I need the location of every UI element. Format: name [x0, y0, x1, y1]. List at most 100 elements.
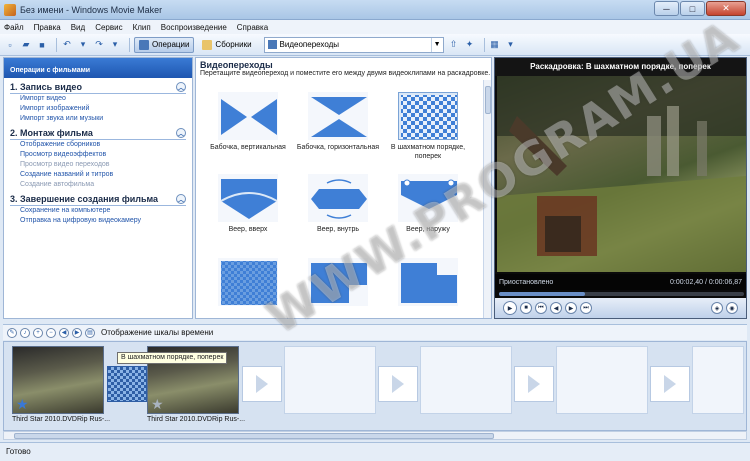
storyboard-clip[interactable]: ★ Third Star 2010.DVDRip Rus-...	[12, 346, 110, 423]
transition-item[interactable]: Веер, наружу	[384, 174, 472, 234]
storyboard-scrollbar[interactable]	[3, 431, 747, 440]
task-link-send-camera[interactable]: Отправка на цифровую видеокамеру	[10, 216, 186, 226]
timeline-toggle-label[interactable]: Отображение шкалы времени	[101, 328, 213, 337]
collection-select[interactable]: Видеопереходы ▼	[263, 36, 444, 53]
section-title-text: 2. Монтаж фильма	[10, 128, 93, 138]
transition-item[interactable]	[384, 258, 472, 309]
menu-help[interactable]: Справка	[237, 23, 268, 32]
transition-slot[interactable]	[378, 366, 418, 402]
timeline-toggle-icon[interactable]: ▤	[85, 327, 95, 338]
fan-out-icon	[398, 174, 458, 222]
menu-edit[interactable]: Правка	[34, 23, 61, 32]
chevron-up-icon[interactable]: ︿	[176, 194, 186, 204]
folder-icon	[202, 39, 213, 50]
section-title[interactable]: 1. Запись видео ︿	[10, 82, 186, 94]
empty-clip-slot[interactable]	[420, 346, 512, 414]
section-capture: 1. Запись видео ︿ Импорт видео Импорт из…	[4, 78, 192, 124]
collection-select-value: Видеопереходы	[279, 40, 340, 49]
empty-clip-slot[interactable]	[284, 346, 376, 414]
undo-dropdown-icon[interactable]: ▾	[77, 39, 89, 51]
scrollbar-thumb[interactable]	[14, 433, 494, 439]
maximize-button[interactable]: □	[680, 1, 705, 16]
transition-item[interactable]: Бабочка, вертикальная	[204, 92, 292, 152]
task-link-view-transitions: Просмотр видео переходов	[20, 161, 110, 168]
close-button[interactable]: ✕	[706, 1, 746, 16]
collections-button[interactable]: Сборники	[197, 37, 256, 53]
new-collection-icon[interactable]: ✦	[464, 39, 476, 51]
toolbar: ▫ ▰ ■ ↶ ▾ ↷ ▾ Операции Сборники Видеопер…	[0, 34, 750, 56]
task-link-automovie: Создание автофильма	[20, 181, 95, 188]
redo-dropdown-icon[interactable]: ▾	[109, 39, 121, 51]
transition-item[interactable]	[204, 258, 292, 309]
next-frame-icon[interactable]: ⏭	[580, 302, 592, 314]
clip-name: Third Star 2010.DVDRip Rus-...	[147, 416, 246, 423]
transition-slot[interactable]	[107, 366, 147, 402]
task-link-make-titles[interactable]: Создание названий и титров	[10, 170, 186, 180]
play-storyboard-icon[interactable]: ▶	[72, 327, 82, 338]
stop-icon[interactable]: ■	[520, 302, 532, 314]
forward-icon[interactable]: ▶	[565, 302, 577, 314]
seek-bar[interactable]	[499, 292, 744, 296]
save-icon[interactable]: ■	[36, 39, 48, 51]
task-link-save-computer[interactable]: Сохранение на компьютере	[10, 206, 186, 216]
task-link-show-collections[interactable]: Отображение сборников	[10, 140, 186, 150]
toolbar-separator	[483, 37, 485, 52]
task-link-import-audio[interactable]: Импорт звука или музыки	[10, 114, 186, 124]
menu-view[interactable]: Вид	[71, 23, 85, 32]
menu-file[interactable]: Файл	[4, 23, 24, 32]
transition-item[interactable]: Веер, вверх	[204, 174, 292, 234]
menu-play[interactable]: Воспроизведение	[161, 23, 227, 32]
open-project-icon[interactable]: ▰	[20, 39, 32, 51]
transition-slot[interactable]	[242, 366, 282, 402]
new-project-icon[interactable]: ▫	[4, 39, 16, 51]
section-edit: 2. Монтаж фильма ︿ Отображение сборников…	[4, 124, 192, 190]
narrate-icon[interactable]: ✎	[7, 327, 17, 338]
transition-item[interactable]: Бабочка, горизонтальная	[294, 92, 382, 152]
task-link-import-video[interactable]: Импорт видео	[10, 94, 186, 104]
transition-slot[interactable]	[514, 366, 554, 402]
view-dropdown-icon[interactable]: ▾	[505, 39, 517, 51]
transition-slot[interactable]	[650, 366, 690, 402]
empty-clip-slot[interactable]	[692, 346, 744, 414]
operations-label: Операции	[152, 40, 190, 49]
operations-button[interactable]: Операции	[134, 36, 195, 53]
undo-icon[interactable]: ↶	[61, 39, 73, 51]
redo-icon[interactable]: ↷	[93, 39, 105, 51]
chevron-up-icon[interactable]: ︿	[176, 128, 186, 138]
chevron-up-icon[interactable]: ︿	[176, 82, 186, 92]
up-level-icon[interactable]: ⇧	[448, 39, 460, 51]
window-controls: ─ □ ✕	[654, 1, 746, 16]
section-title[interactable]: 2. Монтаж фильма ︿	[10, 128, 186, 140]
clip-thumbnail: ★	[12, 346, 104, 414]
minimize-button[interactable]: ─	[654, 1, 679, 16]
snapshot-icon[interactable]: ◉	[726, 302, 738, 314]
chevron-down-icon[interactable]: ▼	[430, 37, 443, 52]
transition-item[interactable]	[294, 258, 382, 309]
transition-item[interactable]: Веер, внутрь	[294, 174, 382, 234]
previous-frame-icon[interactable]: ⏮	[535, 302, 547, 314]
rewind-storyboard-icon[interactable]: ◀	[59, 327, 69, 338]
split-clip-icon[interactable]: ◈	[711, 302, 723, 314]
zoom-out-icon[interactable]: −	[46, 327, 56, 338]
task-link-view-effects[interactable]: Просмотр видеоэффектов	[10, 150, 186, 160]
transition-item[interactable]: В шахматном порядке, поперек	[384, 92, 472, 161]
panel-description: Перетащите видеопереход и поместите его …	[200, 70, 491, 77]
menu-tools[interactable]: Сервис	[95, 23, 122, 32]
scrollbar-thumb[interactable]	[485, 86, 491, 114]
status-text: Готово	[6, 447, 31, 456]
toolbar-separator	[129, 37, 130, 52]
section-title-text: 1. Запись видео	[10, 82, 82, 92]
transitions-scrollbar[interactable]	[483, 80, 491, 318]
transitions-panel: Видеопереходы Перетащите видеопереход и …	[195, 57, 492, 319]
view-options-icon[interactable]: ▦	[489, 39, 501, 51]
menu-clip[interactable]: Клип	[133, 23, 151, 32]
task-link-import-images[interactable]: Импорт изображений	[10, 104, 186, 114]
rewind-icon[interactable]: ◀	[550, 302, 562, 314]
empty-clip-slot[interactable]	[556, 346, 648, 414]
zoom-in-icon[interactable]: +	[33, 327, 43, 338]
set-audio-icon[interactable]: ♪	[20, 327, 30, 338]
section-title[interactable]: 3. Завершение создания фильма ︿	[10, 194, 186, 206]
transition-label: Веер, вверх	[228, 226, 268, 233]
playback-time: 0:00:02,40 / 0:00:06,87	[669, 278, 742, 286]
play-icon[interactable]: ▶	[503, 301, 517, 315]
